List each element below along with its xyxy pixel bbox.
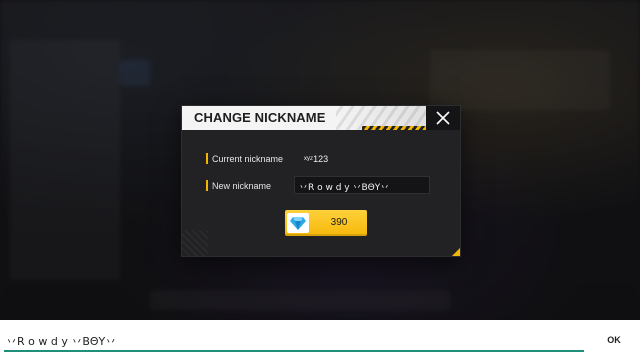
confirm-purchase-button[interactable]: 390 [285, 210, 367, 236]
corner-accent [452, 248, 460, 256]
new-nickname-field[interactable] [294, 176, 430, 195]
keyboard-input-text[interactable]: 丷R o w d y 丷BΘY丷 [6, 333, 116, 349]
currency-badge [287, 213, 309, 233]
current-nickname-label: Current nickname [212, 154, 284, 164]
close-button[interactable] [426, 106, 460, 130]
diamond-icon [290, 217, 306, 230]
keyboard-input-bar: 丷R o w d y 丷BΘY丷 OK [0, 320, 640, 360]
header-hazard-stripe [362, 126, 426, 130]
price-label: 390 [330, 217, 348, 228]
current-nickname-marker [206, 153, 208, 164]
close-icon [436, 111, 450, 125]
ok-button[interactable]: OK [600, 332, 628, 348]
dialog-title: CHANGE NICKNAME [194, 110, 326, 125]
input-underline [4, 350, 584, 352]
new-nickname-label: New nickname [212, 181, 272, 191]
change-nickname-dialog: CHANGE NICKNAME Current nickname ˣʸᶻ123 … [182, 106, 460, 256]
new-nickname-marker [206, 180, 208, 191]
new-nickname-input[interactable] [295, 178, 429, 195]
decorative-lines [182, 230, 208, 256]
dialog-header: CHANGE NICKNAME [182, 106, 460, 130]
current-nickname-value: ˣʸᶻ123 [304, 154, 329, 164]
